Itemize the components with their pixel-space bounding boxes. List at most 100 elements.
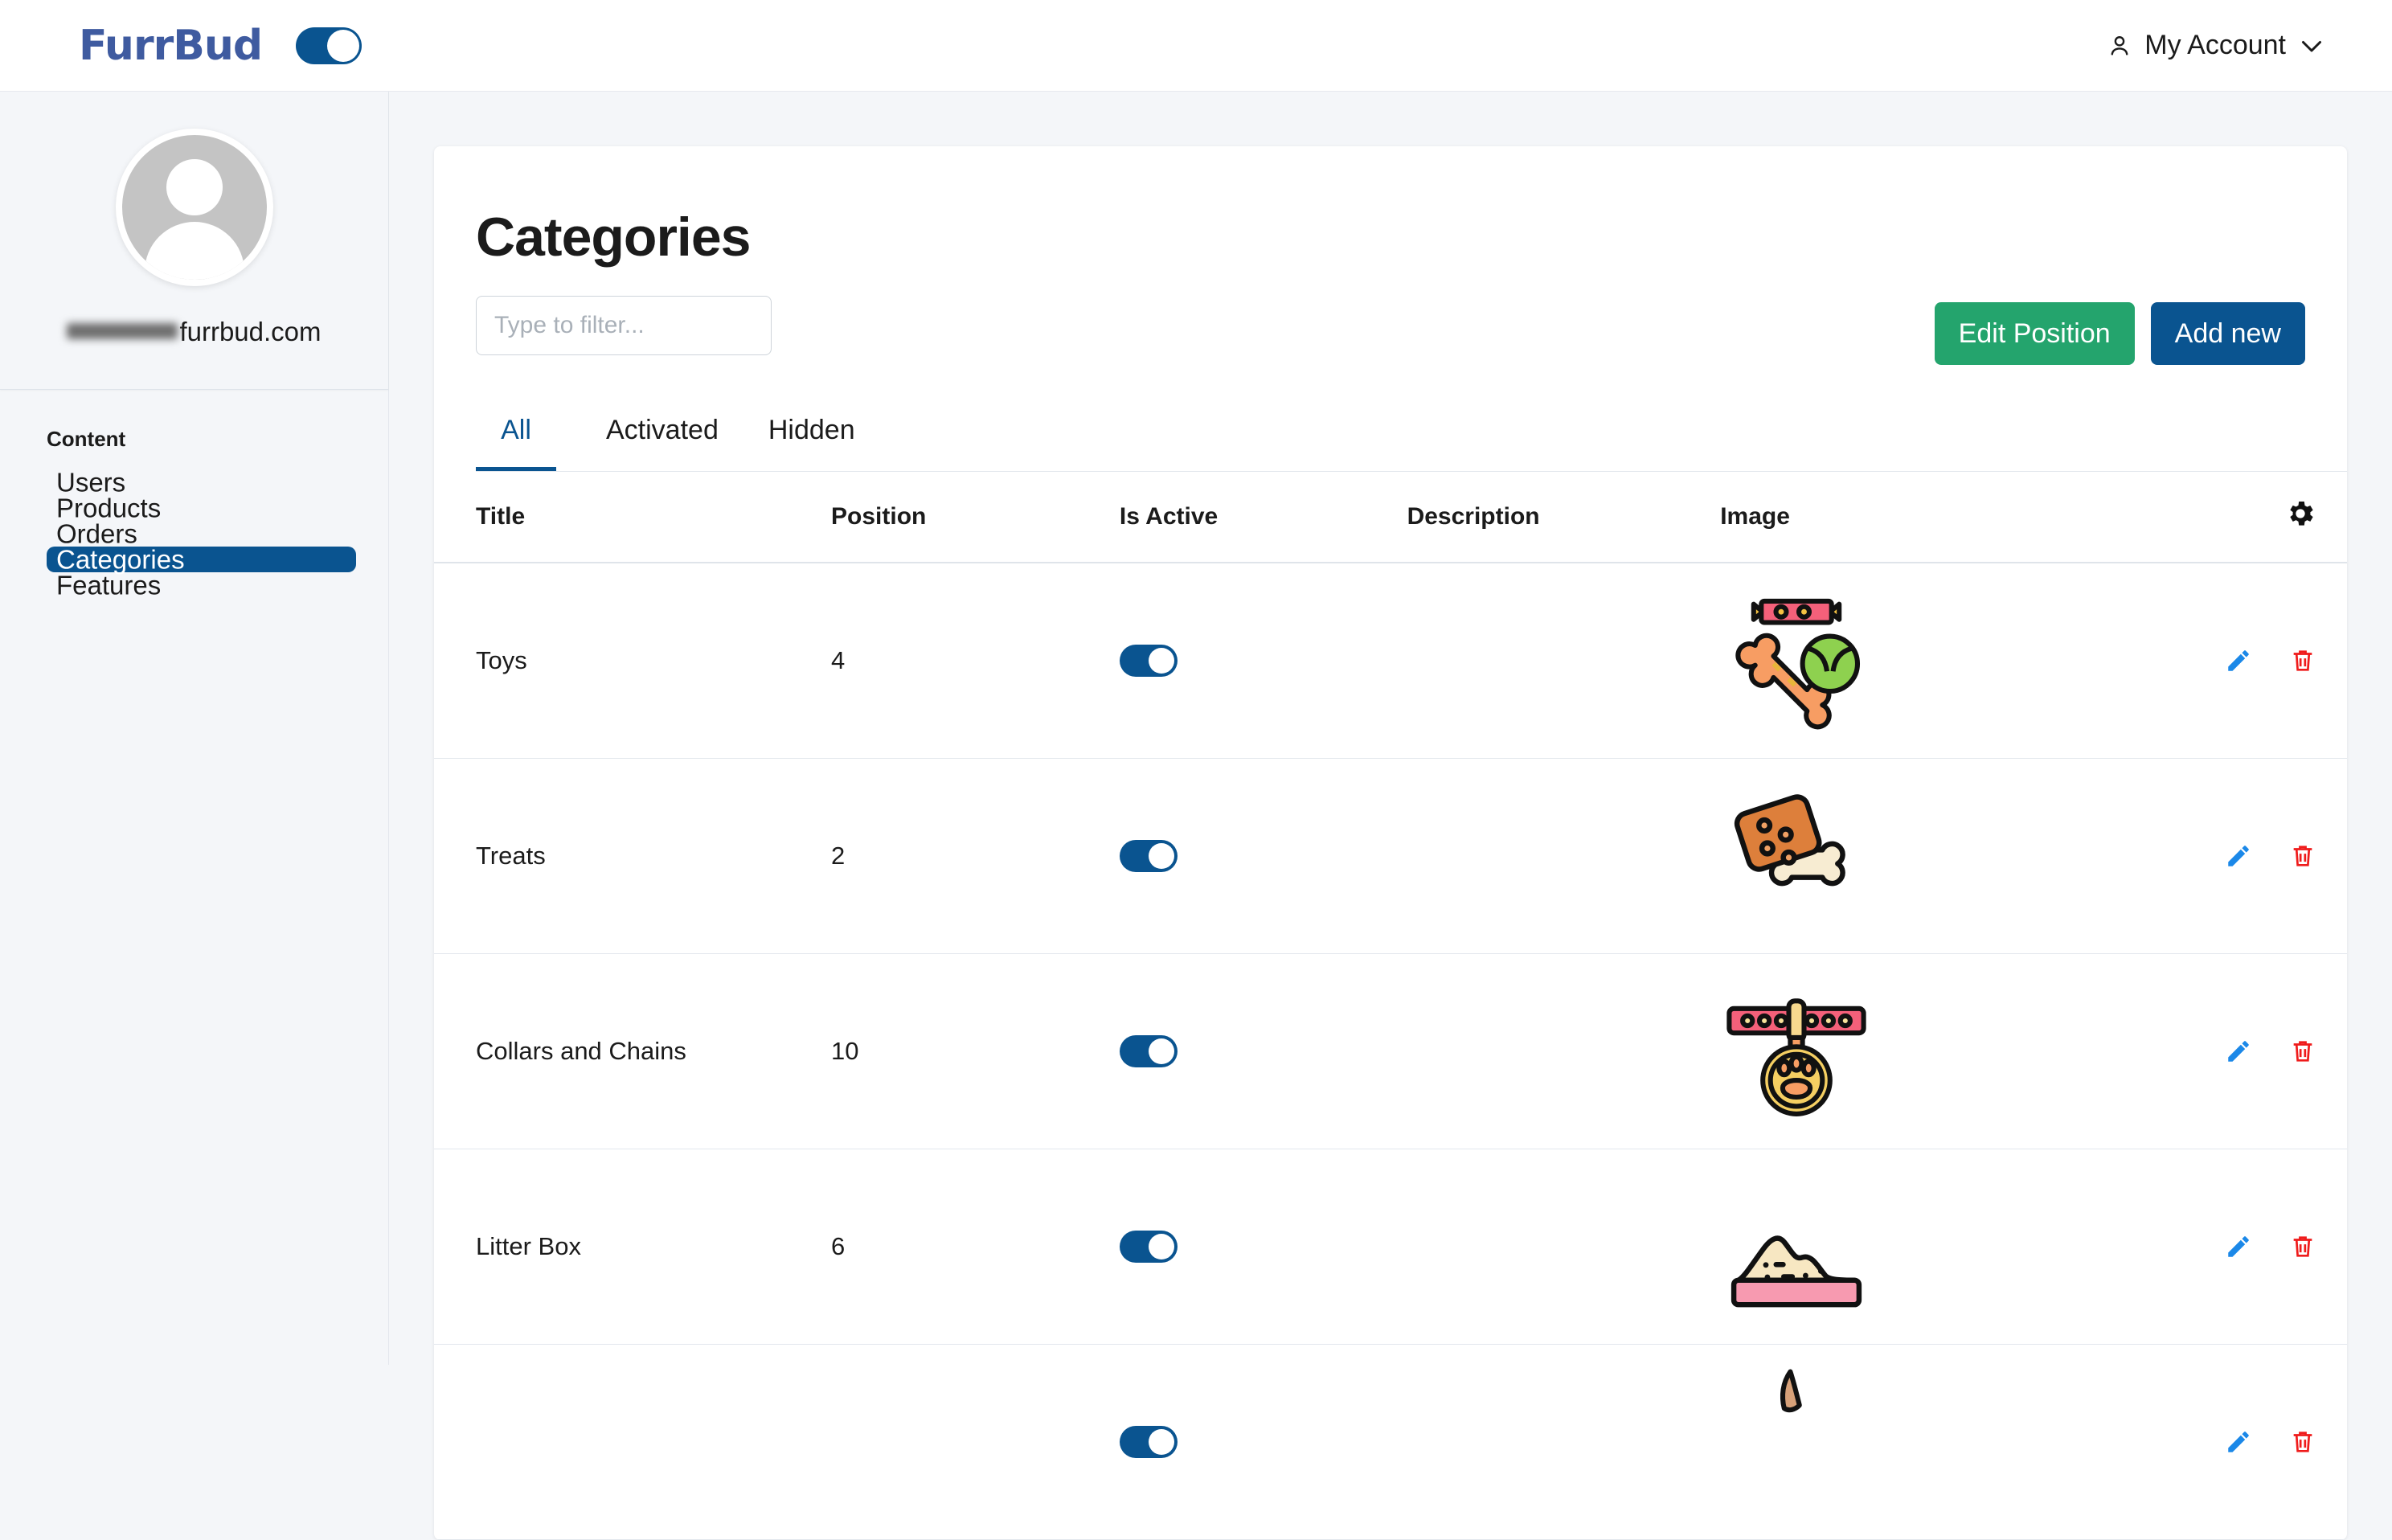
trash-icon[interactable] xyxy=(2289,1428,2316,1456)
trash-icon[interactable] xyxy=(2289,1233,2316,1260)
litter-box-icon xyxy=(1720,1170,1873,1323)
add-new-button[interactable]: Add new xyxy=(2151,302,2305,365)
table-row[interactable]: Litter Box 6 xyxy=(434,1149,2347,1344)
toolbar-buttons: Edit Position Add new xyxy=(1935,302,2305,365)
sidebar-item-features[interactable]: Features xyxy=(47,572,356,598)
cell-is-active xyxy=(1120,1149,1407,1344)
cell-position xyxy=(831,1344,1120,1539)
page-title: Categories xyxy=(434,146,2347,268)
cell-position: 2 xyxy=(831,758,1120,953)
theme-toggle-switch[interactable] xyxy=(296,27,362,64)
categories-table: Title Position Is Active Description Ima… xyxy=(434,472,2347,1540)
row-action-buttons xyxy=(2127,1038,2347,1065)
chevron-down-icon xyxy=(2297,31,2326,60)
table-header-row: Title Position Is Active Description Ima… xyxy=(434,472,2347,563)
cell-title: Litter Box xyxy=(434,1149,831,1344)
column-header-title[interactable]: Title xyxy=(434,472,831,563)
row-action-buttons xyxy=(2127,1428,2347,1456)
sidebar-nav: Content Users Products Orders Categories… xyxy=(0,390,388,598)
is-active-toggle[interactable] xyxy=(1120,1231,1178,1263)
email-redacted-part xyxy=(67,323,178,339)
cell-title: Toys xyxy=(434,563,831,758)
cell-title: Collars and Chains xyxy=(434,953,831,1149)
column-header-is-active[interactable]: Is Active xyxy=(1120,472,1407,563)
cell-image xyxy=(1720,758,2126,953)
column-header-position[interactable]: Position xyxy=(831,472,1120,563)
table-head: Title Position Is Active Description Ima… xyxy=(434,472,2347,563)
cell-actions xyxy=(2127,1149,2347,1344)
cell-actions xyxy=(2127,563,2347,758)
trash-icon[interactable] xyxy=(2289,842,2316,870)
is-active-toggle[interactable] xyxy=(1120,645,1178,677)
column-header-description[interactable]: Description xyxy=(1407,472,1721,563)
cell-title xyxy=(434,1344,831,1539)
main-content: Categories Edit Position Add new All Act… xyxy=(389,92,2392,1365)
pencil-icon[interactable] xyxy=(2225,842,2252,870)
cell-actions xyxy=(2127,1344,2347,1539)
cell-title: Treats xyxy=(434,758,831,953)
cell-image xyxy=(1720,1149,2126,1344)
filter-input[interactable] xyxy=(476,296,772,355)
cell-description xyxy=(1407,563,1721,758)
sidebar: furrbud.com Content Users Products Order… xyxy=(0,92,389,1365)
tab-activated[interactable]: Activated xyxy=(606,400,719,471)
profile-card: furrbud.com xyxy=(0,92,388,390)
cell-is-active xyxy=(1120,563,1407,758)
table-row[interactable]: Collars and Chains 10 xyxy=(434,953,2347,1149)
categories-card: Categories Edit Position Add new All Act… xyxy=(434,146,2347,1540)
is-active-toggle[interactable] xyxy=(1120,1035,1178,1067)
paw-icon xyxy=(2386,0,2392,8)
toolbar: Edit Position Add new xyxy=(434,268,2347,365)
account-label: My Account xyxy=(2144,30,2286,61)
person-icon xyxy=(2106,32,2133,59)
cell-is-active xyxy=(1120,758,1407,953)
table-settings-cell xyxy=(2127,472,2347,563)
top-bar: FurrBud My Account xyxy=(0,0,2392,92)
tab-hidden[interactable]: Hidden xyxy=(768,400,855,471)
user-email: furrbud.com xyxy=(67,317,321,347)
email-domain: furrbud.com xyxy=(179,317,321,347)
brand-logo-text: FurrBud xyxy=(79,25,262,67)
sidebar-item-label: Features xyxy=(56,568,161,601)
is-active-toggle[interactable] xyxy=(1120,840,1178,872)
cell-position: 4 xyxy=(831,563,1120,758)
my-account-menu[interactable]: My Account xyxy=(2106,30,2326,61)
partial-icon xyxy=(1720,1366,1873,1518)
column-header-image[interactable]: Image xyxy=(1720,472,2126,563)
avatar xyxy=(116,129,273,286)
brand: FurrBud xyxy=(79,25,362,67)
cell-is-active xyxy=(1120,1344,1407,1539)
cell-position: 10 xyxy=(831,953,1120,1149)
cell-description xyxy=(1407,1149,1721,1344)
tab-bar: All Activated Hidden xyxy=(476,400,2347,472)
trash-icon[interactable] xyxy=(2289,647,2316,674)
row-action-buttons xyxy=(2127,842,2347,870)
nav-section-heading: Content xyxy=(0,427,388,452)
dog-treats-icon xyxy=(1720,780,1873,932)
pencil-icon[interactable] xyxy=(2225,1428,2252,1456)
dog-collar-icon xyxy=(1720,975,1873,1128)
table-body: Toys 4 xyxy=(434,563,2347,1539)
cell-actions xyxy=(2127,953,2347,1149)
cell-is-active xyxy=(1120,953,1407,1149)
tab-all[interactable]: All xyxy=(476,400,556,471)
gear-icon[interactable] xyxy=(2284,509,2316,535)
cell-position: 6 xyxy=(831,1149,1120,1344)
dog-toys-icon xyxy=(1720,584,1873,737)
edit-position-button[interactable]: Edit Position xyxy=(1935,302,2135,365)
trash-icon[interactable] xyxy=(2289,1038,2316,1065)
table-row[interactable]: Toys 4 xyxy=(434,563,2347,758)
is-active-toggle[interactable] xyxy=(1120,1426,1178,1458)
cell-description xyxy=(1407,758,1721,953)
table-row[interactable]: Treats 2 xyxy=(434,758,2347,953)
cell-image xyxy=(1720,563,2126,758)
pencil-icon[interactable] xyxy=(2225,647,2252,674)
row-action-buttons xyxy=(2127,1233,2347,1260)
row-action-buttons xyxy=(2127,647,2347,674)
table-row[interactable] xyxy=(434,1344,2347,1539)
pencil-icon[interactable] xyxy=(2225,1233,2252,1260)
pencil-icon[interactable] xyxy=(2225,1038,2252,1065)
cell-image xyxy=(1720,1344,2126,1539)
cell-actions xyxy=(2127,758,2347,953)
cell-description xyxy=(1407,953,1721,1149)
